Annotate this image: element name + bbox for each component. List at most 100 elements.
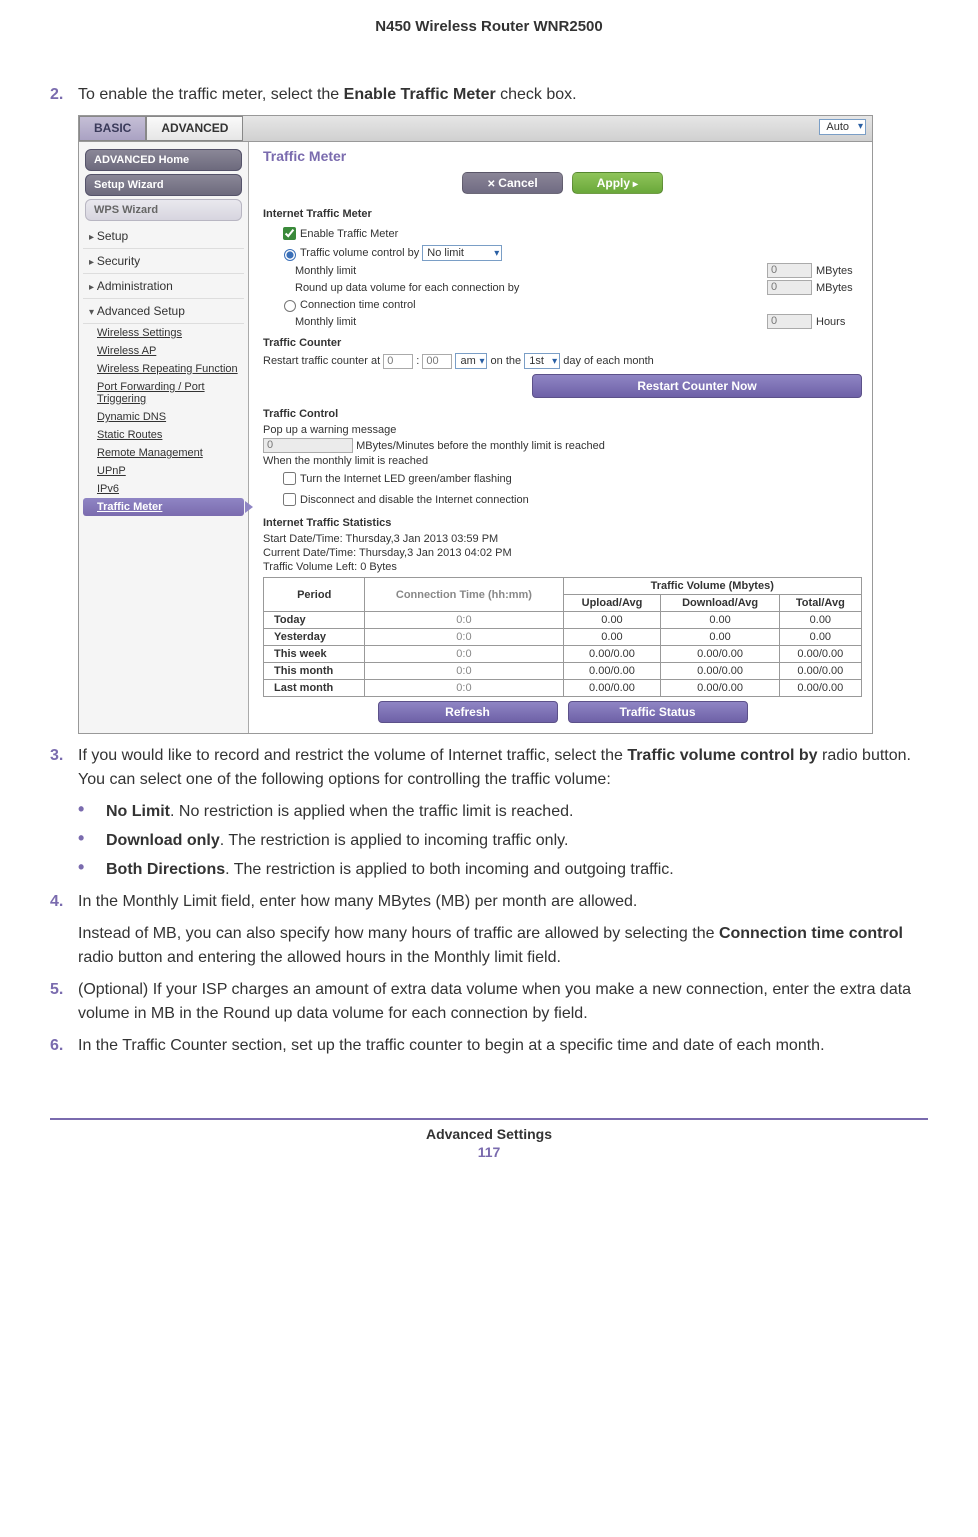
led-flash-checkbox[interactable] [283, 472, 296, 485]
step-num: 4. [50, 890, 78, 914]
router-ui-screenshot: BASIC ADVANCED Auto ADVANCED Home Setup … [78, 115, 873, 734]
th-download: Download/Avg [661, 595, 779, 612]
step-text: In the Monthly Limit field, enter how ma… [78, 890, 928, 914]
step-text: In the Traffic Counter section, set up t… [78, 1034, 928, 1058]
t-bold: Download only [106, 832, 220, 849]
table-row: Yesterday0:00.000.000.00 [264, 629, 862, 646]
nav-wireless-repeating[interactable]: Wireless Repeating Function [83, 360, 244, 378]
unit: MBytes [816, 265, 862, 277]
th-upload: Upload/Avg [563, 595, 661, 612]
footer-title: Advanced Settings [50, 1126, 928, 1142]
section-traffic-control: Traffic Control [263, 408, 862, 420]
warning-threshold-input[interactable]: 0 [263, 438, 353, 453]
counter-minute-input[interactable]: 00 [422, 354, 452, 369]
nav-security[interactable]: Security [83, 249, 244, 274]
volume-control-select[interactable]: No limit [422, 245, 502, 261]
nav-ipv6[interactable]: IPv6 [83, 480, 244, 498]
t-bold: No Limit [106, 803, 170, 820]
label: When the monthly limit is reached [263, 455, 862, 467]
step-2: 2. To enable the traffic meter, select t… [50, 83, 928, 107]
t-bold: Enable Traffic Meter [344, 86, 496, 103]
table-row: Last month0:00.00/0.000.00/0.000.00/0.00 [264, 680, 862, 697]
cell-period: This week [264, 646, 365, 663]
section-internet-traffic-meter: Internet Traffic Meter [263, 208, 862, 220]
cell-download: 0.00/0.00 [661, 680, 779, 697]
nav-dynamic-dns[interactable]: Dynamic DNS [83, 408, 244, 426]
stats-table: Period Connection Time (hh:mm) Traffic V… [263, 577, 862, 697]
counter-ampm-select[interactable]: am [455, 353, 487, 369]
tab-advanced[interactable]: ADVANCED [146, 116, 243, 141]
apply-button[interactable]: Apply [572, 172, 663, 194]
nav-advanced-setup[interactable]: Advanced Setup [83, 299, 244, 324]
bullet-no-limit: • No Limit. No restriction is applied wh… [78, 800, 928, 824]
table-row: Today0:00.000.000.00 [264, 612, 862, 629]
step-text: To enable the traffic meter, select the … [78, 83, 928, 107]
stats-current: Current Date/Time: Thursday,3 Jan 2013 0… [263, 547, 862, 559]
nav-wps-wizard[interactable]: WPS Wizard [85, 199, 242, 221]
nav-static-routes[interactable]: Static Routes [83, 426, 244, 444]
traffic-volume-control-radio[interactable] [284, 249, 296, 261]
step-text: If you would like to record and restrict… [78, 744, 928, 792]
nav-traffic-meter[interactable]: Traffic Meter [83, 498, 244, 516]
restart-counter-button[interactable]: Restart Counter Now [532, 374, 862, 398]
step-4-para: Instead of MB, you can also specify how … [78, 922, 928, 970]
cell-download: 0.00/0.00 [661, 646, 779, 663]
enable-traffic-meter-checkbox[interactable] [283, 227, 296, 240]
footer-page-number: 117 [50, 1144, 928, 1160]
disconnect-checkbox[interactable] [283, 493, 296, 506]
connection-time-control-radio[interactable] [284, 300, 296, 312]
cell-connection: 0:0 [365, 629, 563, 646]
step-6: 6. In the Traffic Counter section, set u… [50, 1034, 928, 1058]
page-title: Traffic Meter [263, 148, 862, 164]
cell-total: 0.00 [779, 612, 861, 629]
table-row: This week0:00.00/0.000.00/0.000.00/0.00 [264, 646, 862, 663]
cancel-button[interactable]: Cancel [462, 172, 563, 194]
refresh-button[interactable]: Refresh [378, 701, 558, 723]
t: radio button and entering the allowed ho… [78, 949, 561, 966]
monthly-limit-hours-input[interactable]: 0 [767, 314, 812, 329]
label: Connection time control [300, 299, 416, 311]
step-num: 6. [50, 1034, 78, 1058]
nav-port-forwarding[interactable]: Port Forwarding / Port Triggering [83, 378, 244, 408]
roundup-input[interactable]: 0 [767, 280, 812, 295]
cell-period: Last month [264, 680, 365, 697]
bullet-icon: • [78, 829, 106, 853]
nav-remote-management[interactable]: Remote Management [83, 444, 244, 462]
doc-header: N450 Wireless Router WNR2500 [50, 10, 928, 75]
th-connection-time: Connection Time (hh:mm) [365, 578, 563, 612]
label: Monthly limit [295, 316, 356, 328]
nav-setup-wizard[interactable]: Setup Wizard [85, 174, 242, 196]
counter-hour-input[interactable]: 0 [383, 354, 413, 369]
nav-administration[interactable]: Administration [83, 274, 244, 299]
t-bold: Connection time control [719, 925, 903, 942]
label: Pop up a warning message [263, 424, 862, 436]
label: Enable Traffic Meter [300, 228, 398, 240]
traffic-status-button[interactable]: Traffic Status [568, 701, 748, 723]
cell-upload: 0.00 [563, 629, 661, 646]
nav-setup[interactable]: Setup [83, 224, 244, 249]
language-select[interactable]: Auto [819, 119, 866, 135]
label: Round up data volume for each connection… [295, 282, 519, 294]
step-num: 2. [50, 83, 78, 107]
nav-upnp[interactable]: UPnP [83, 462, 244, 480]
bullet-both-directions: • Both Directions. The restriction is ap… [78, 858, 928, 882]
stats-start: Start Date/Time: Thursday,3 Jan 2013 03:… [263, 533, 862, 545]
th-traffic-volume: Traffic Volume (Mbytes) [563, 578, 862, 595]
cell-total: 0.00/0.00 [779, 680, 861, 697]
nav-wireless-ap[interactable]: Wireless AP [83, 342, 244, 360]
t-bold: Traffic volume control by [627, 747, 817, 764]
bullet-icon: • [78, 800, 106, 824]
step-num: 5. [50, 978, 78, 1026]
cell-connection: 0:0 [365, 680, 563, 697]
monthly-limit-input[interactable]: 0 [767, 263, 812, 278]
cell-period: This month [264, 663, 365, 680]
step-3: 3. If you would like to record and restr… [50, 744, 928, 792]
nav-wireless-settings[interactable]: Wireless Settings [83, 324, 244, 342]
content-panel: Traffic Meter Cancel Apply Internet Traf… [249, 142, 872, 733]
step-5: 5. (Optional) If your ISP charges an amo… [50, 978, 928, 1026]
top-bar: BASIC ADVANCED Auto [79, 116, 872, 142]
counter-day-select[interactable]: 1st [524, 353, 560, 369]
th-period: Period [264, 578, 365, 612]
tab-basic[interactable]: BASIC [79, 116, 146, 141]
nav-advanced-home[interactable]: ADVANCED Home [85, 149, 242, 171]
